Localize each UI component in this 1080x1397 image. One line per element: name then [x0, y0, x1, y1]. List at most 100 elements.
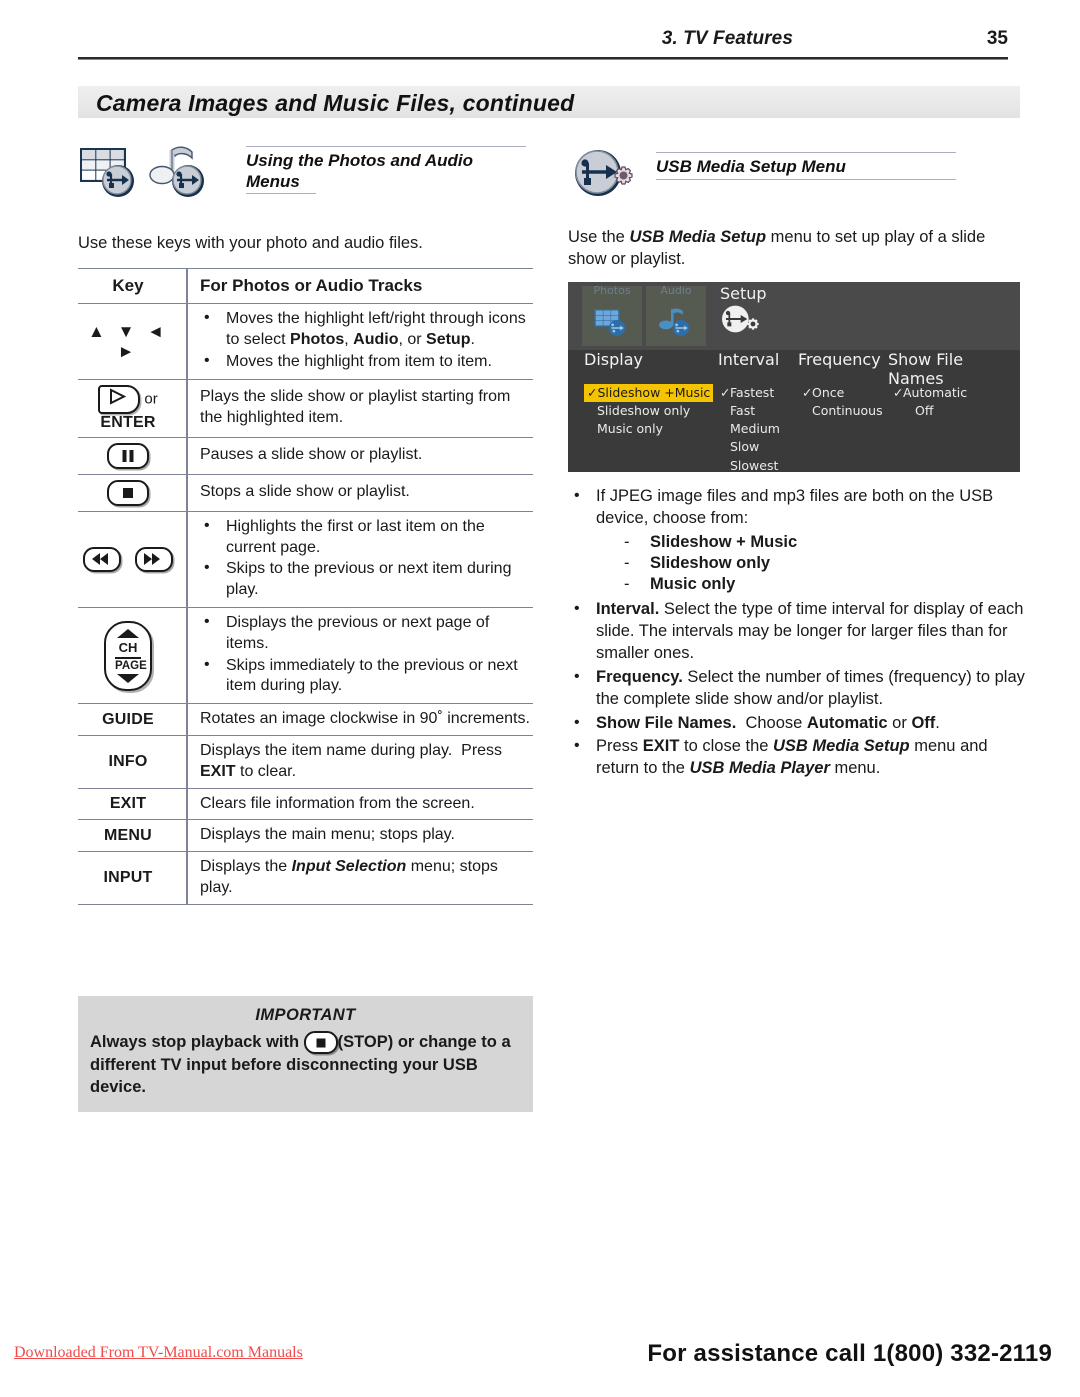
important-body-pre: Always stop playback with — [90, 1033, 304, 1051]
fast-forward-button-icon — [135, 546, 174, 572]
sub-item: - Music only — [624, 575, 736, 594]
option-medium[interactable]: Medium — [720, 420, 780, 438]
bullet-item: Highlights the first or last item on the… — [204, 516, 531, 559]
arrow-keys-icon: ▲ ▼ ◄ ► — [88, 321, 168, 361]
option-frequency-column: ✓Once Continuous — [802, 384, 883, 420]
bullet-item: Skips to the previous or next item durin… — [204, 558, 531, 601]
table-row: or ENTER Plays the slide show or playlis… — [78, 378, 533, 438]
option-slow[interactable]: Slow — [720, 438, 780, 456]
table-row: ▲ ▼ ◄ ► Moves the highlight left/right t… — [78, 303, 533, 380]
key-cell-exit: EXIT — [78, 787, 188, 821]
bullet-item-jpeg: If JPEG image files and mp3 files are bo… — [574, 485, 1028, 530]
option-continuous[interactable]: Continuous — [802, 402, 883, 420]
table-row: GUIDE Rotates an image clockwise in 90˚ … — [78, 703, 533, 736]
right-intro-bold: USB Media Setup — [629, 228, 767, 246]
pause-button-icon — [107, 442, 149, 469]
option-off[interactable]: Off — [893, 402, 967, 420]
table-row: Stops a slide show or playlist. — [78, 473, 533, 512]
download-watermark: Downloaded From TV-Manual.com Manuals — [14, 1344, 303, 1361]
bullet-item: Displays the previous or next page of it… — [204, 612, 531, 655]
option-once[interactable]: ✓Once — [802, 384, 883, 402]
right-section-title-wrap: USB Media Setup Menu — [656, 152, 956, 180]
page-number: 35 — [986, 28, 1008, 49]
desc-cell-info: Displays the item name during play. Pres… — [187, 734, 533, 789]
bullet-item-show-file-names: Show File Names. Choose Automatic or Off… — [574, 712, 1028, 735]
left-section-header: Using the Photos and Audio Menus — [78, 140, 533, 208]
option-fastest[interactable]: ✓Fastest — [720, 384, 780, 402]
table-row: EXIT Clears file information from the sc… — [78, 787, 533, 821]
table-row: INPUT Displays the Input Selection menu;… — [78, 851, 533, 905]
option-slideshow-music[interactable]: ✓Slideshow +Music — [584, 384, 714, 403]
audio-usb-icon-small — [659, 308, 690, 337]
key-cell-ch-page: CH PAGE — [78, 606, 188, 705]
enter-key-label: ENTER — [100, 413, 156, 431]
table-row: Highlights the first or last item on the… — [78, 510, 533, 608]
guide-key-label: GUIDE — [102, 710, 154, 728]
bullet-item-interval: Interval. Select the type of time interv… — [574, 598, 1028, 665]
desc-cell-play: Plays the slide show or playlist startin… — [187, 378, 533, 438]
menu-key-label: MENU — [104, 826, 152, 844]
info-key-label: INFO — [108, 752, 148, 770]
stop-button-icon-inline — [303, 1031, 338, 1055]
audio-usb-icon — [148, 144, 208, 205]
bullet-list: If JPEG image files and mp3 files are bo… — [568, 485, 1028, 530]
desc-cell-ch-page: Displays the previous or next page of it… — [187, 606, 533, 705]
key-cell-pause — [78, 436, 188, 475]
bullet-item: Moves the highlight from item to item. — [204, 351, 531, 373]
key-cell-arrows: ▲ ▼ ◄ ► — [78, 303, 188, 380]
table-header-row: Key For Photos or Audio Tracks — [78, 268, 533, 305]
sub-option-list: - Slideshow + Music - Slideshow only - Musi… — [568, 532, 1028, 596]
photos-usb-icon-small — [594, 309, 626, 337]
option-slideshow-only[interactable]: Slideshow only — [584, 402, 713, 420]
option-interval-column: ✓Fastest Fast Medium Slow Slowest — [720, 384, 780, 472]
option-fast[interactable]: Fast — [720, 402, 780, 420]
bullet-item: Moves the highlight left/right through i… — [204, 308, 531, 351]
option-music-only[interactable]: Music only — [584, 420, 713, 438]
column-header-display: Display — [584, 350, 643, 369]
right-section-title: USB Media Setup Menu — [656, 157, 846, 176]
important-body: Always stop playback with (STOP) or chan… — [90, 1031, 521, 1098]
key-cell-rew-ff — [78, 510, 188, 608]
section-rule-bottom — [656, 178, 956, 180]
bullet-list: Moves the highlight left/right through i… — [200, 308, 531, 373]
key-cell-play-enter: or ENTER — [78, 378, 188, 438]
rewind-button-icon — [82, 546, 121, 572]
left-section-icons — [78, 144, 208, 205]
right-column: USB Media Setup Menu Use the USB Media S… — [568, 140, 1023, 271]
table-row: CH PAGE Displays the previous or next pa… — [78, 606, 533, 705]
bullet-list: Highlights the first or last item on the… — [200, 516, 531, 601]
right-bullet-list: If JPEG image files and mp3 files are bo… — [568, 485, 1028, 782]
bullet-item-frequency: Frequency. Select the number of times (f… — [574, 666, 1028, 711]
table-row: Pauses a slide show or playlist. — [78, 436, 533, 475]
desc-cell-arrows: Moves the highlight left/right through i… — [187, 303, 533, 380]
option-slowest[interactable]: Slowest — [720, 457, 780, 473]
option-display-column: ✓Slideshow +Music Slideshow only Music o… — [584, 384, 714, 438]
column-header-frequency: Frequency — [798, 350, 881, 369]
assistance-phone: For assistance call 1(800) 332-2119 — [647, 1340, 1052, 1367]
desc-cell-rew-ff: Highlights the first or last item on the… — [187, 510, 533, 608]
key-cell-info: INFO — [78, 734, 188, 789]
menu-column-headers: Display Interval Frequency Show File Nam… — [568, 346, 1020, 388]
tab-setup-label: Setup — [720, 284, 767, 303]
section-rule-bottom — [246, 193, 316, 195]
table-row: INFO Displays the item name during play.… — [78, 734, 533, 789]
key-cell-guide: GUIDE — [78, 703, 188, 736]
desc-cell-input: Displays the Input Selection menu; stops… — [187, 851, 533, 905]
ch-page-button-icon: CH PAGE — [104, 620, 152, 691]
page-title-band: Camera Images and Music Files, continued — [78, 86, 1020, 118]
tab-photos-label: Photos — [593, 284, 631, 297]
play-button-icon — [98, 384, 141, 414]
photos-usb-icon — [78, 144, 138, 205]
option-automatic[interactable]: ✓Automatic — [893, 384, 967, 402]
desc-cell-menu: Displays the main menu; stops play. — [187, 819, 533, 853]
left-section-title: Using the Photos and Audio Menus — [246, 151, 473, 191]
header-section-label: 3. TV Features — [661, 28, 793, 49]
right-intro-pre: Use the — [568, 228, 630, 246]
key-cell-input: INPUT — [78, 851, 188, 905]
usb-media-setup-menu-screenshot: Photos Audio Setup Display Interval Freq… — [568, 282, 1020, 472]
usb-gear-icon — [568, 148, 640, 205]
exit-key-label: EXIT — [109, 794, 147, 812]
option-show-file-names-column: ✓Automatic Off — [893, 384, 967, 420]
bullet-list-2: Interval. Select the type of time interv… — [568, 598, 1028, 781]
input-key-label: INPUT — [103, 868, 153, 886]
